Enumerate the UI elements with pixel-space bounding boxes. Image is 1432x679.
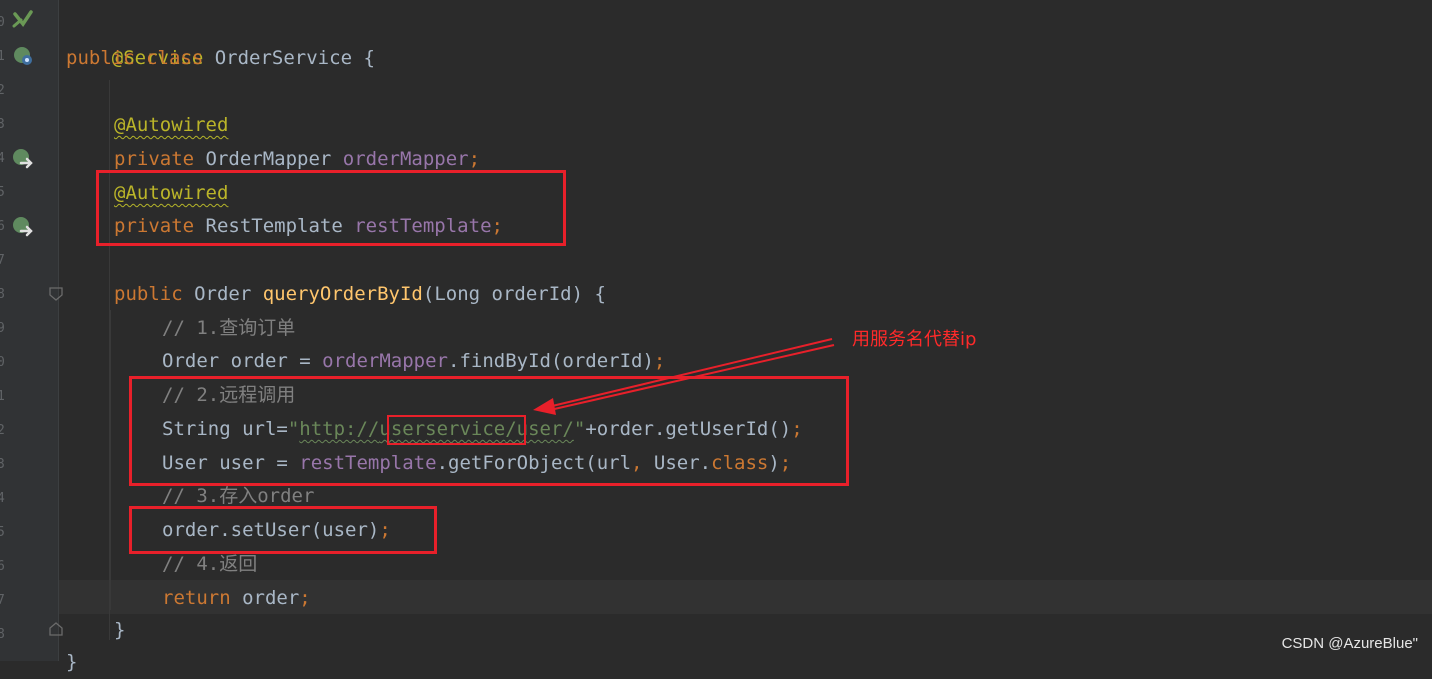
indent-guide: [110, 310, 111, 610]
code-text: Order order =: [162, 350, 323, 372]
code-line-11: Order order = orderMapper.findById(order…: [162, 344, 665, 378]
keyword: class: [146, 47, 204, 69]
line-number: 9: [0, 321, 5, 336]
highlight-box-resttemplate: [96, 170, 566, 246]
params: (Long orderId) {: [422, 283, 606, 305]
comment: // 3.存入order: [162, 485, 315, 507]
line-number: 5: [0, 525, 5, 540]
code-text: order: [230, 587, 300, 609]
spring-bean-icon[interactable]: [11, 10, 35, 34]
code-line-1: @Service: [66, 7, 204, 69]
code-line-10: // 1.查询订单: [162, 311, 295, 345]
line-number: 7: [0, 593, 5, 608]
watermark: CSDN @AzureBlue": [1281, 635, 1418, 652]
line-number: 1: [0, 49, 5, 64]
editor-gutter: 0 1 2 3 4 5 6 7 8 9 0 1 2 3 4 5 6 7 8: [0, 0, 63, 661]
comment: // 4.返回: [162, 553, 258, 575]
code-text: .findById(orderId): [448, 350, 654, 372]
field-name: orderMapper: [322, 350, 448, 372]
field-name: orderMapper: [342, 148, 469, 170]
spring-component-icon[interactable]: [11, 44, 35, 68]
class-name: OrderService {: [203, 47, 375, 69]
type-name: OrderMapper: [194, 148, 343, 170]
line-number: 4: [0, 491, 5, 506]
semicolon: ;: [299, 587, 311, 609]
semicolon: ;: [653, 350, 666, 372]
keyword: return: [162, 587, 231, 609]
line-number: 8: [0, 287, 5, 302]
annotation-note: 用服务名代替ip: [852, 329, 977, 350]
line-number: 3: [0, 117, 5, 132]
closing-brace: }: [114, 619, 126, 641]
line-number: 6: [0, 559, 5, 574]
code-editor[interactable]: @Service public class OrderService { @Au…: [59, 0, 1432, 673]
annotation-autowired: @Autowired: [114, 114, 229, 136]
closing-brace: }: [66, 651, 78, 673]
highlight-box-set-user: [129, 506, 437, 554]
line-number: 4: [0, 151, 5, 166]
method-name: queryOrderById: [262, 283, 423, 305]
code-line-18: return order;: [162, 581, 311, 615]
spring-autowired-icon[interactable]: [11, 214, 35, 238]
line-number: 5: [0, 185, 5, 200]
line-number: 6: [0, 219, 5, 234]
line-number: 2: [0, 83, 5, 98]
line-number: 7: [0, 253, 5, 268]
line-number: 0: [0, 15, 5, 30]
line-number: 8: [0, 627, 5, 642]
type-name: Order: [182, 283, 263, 305]
code-line-2: public class OrderService {: [66, 41, 375, 75]
line-number: 0: [0, 355, 5, 370]
semicolon: ;: [468, 148, 481, 170]
keyword: private: [114, 148, 195, 170]
keyword: public: [114, 283, 183, 305]
code-line-4: @Autowired: [114, 108, 228, 142]
line-number: 1: [0, 389, 5, 404]
code-line-9: public Order queryOrderById(Long orderId…: [114, 277, 606, 311]
code-line-19: }: [114, 613, 125, 647]
line-number: 3: [0, 457, 5, 472]
spring-autowired-icon[interactable]: [11, 146, 35, 170]
comment: // 1.查询订单: [162, 317, 296, 339]
highlight-box-service-name: [387, 415, 526, 445]
code-line-20: }: [66, 645, 77, 679]
keyword: public: [66, 47, 135, 69]
line-number: 2: [0, 423, 5, 438]
